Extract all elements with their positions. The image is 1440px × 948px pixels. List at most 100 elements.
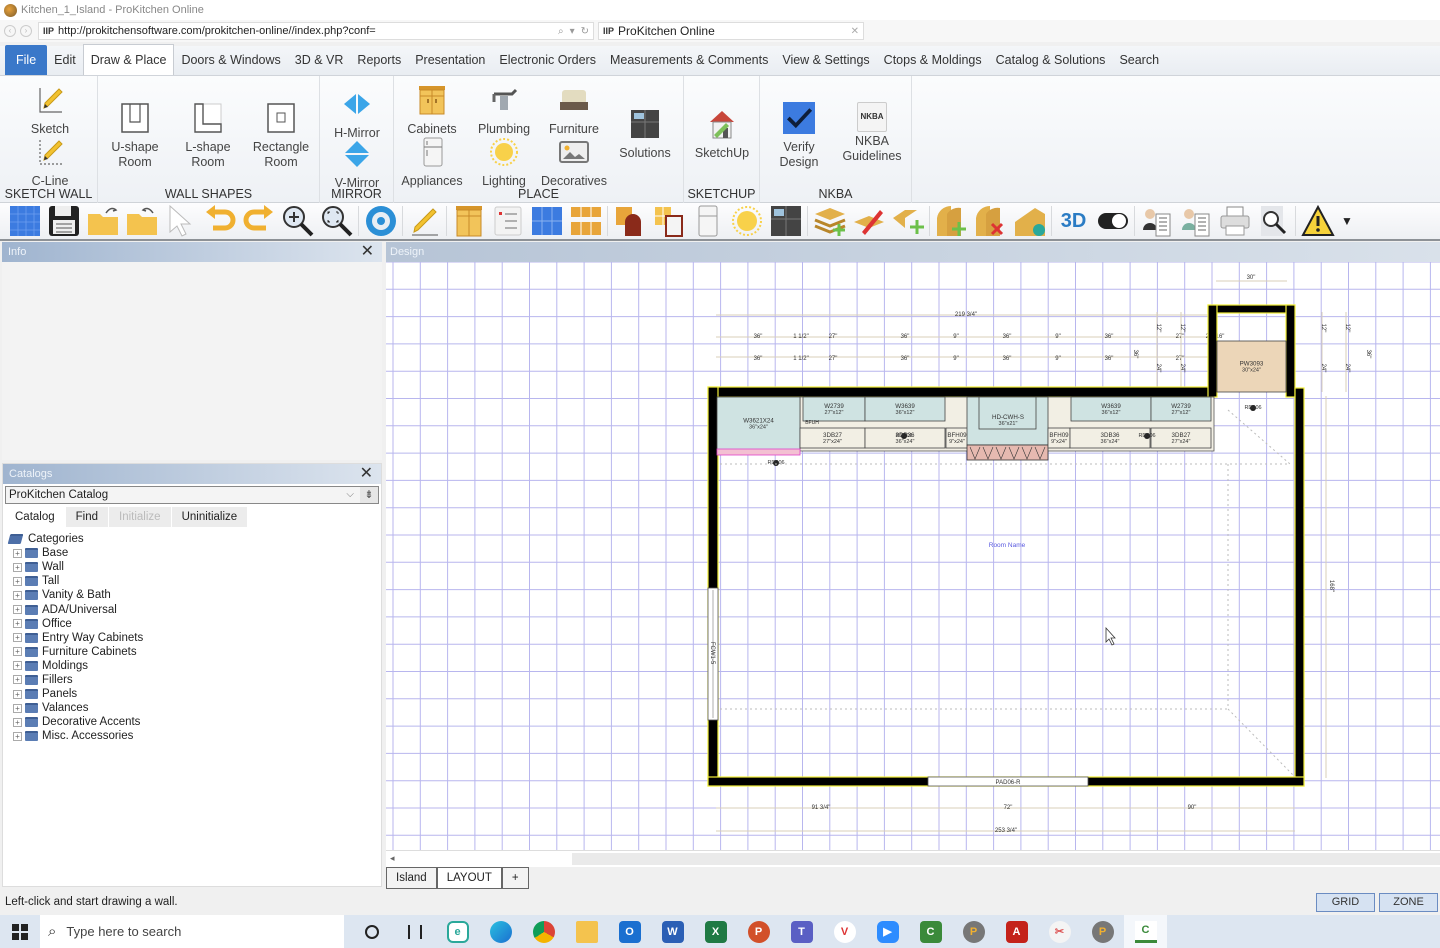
start-button[interactable] [0,915,40,948]
expand-icon[interactable]: + [13,590,22,600]
dropdown-icon[interactable]: ▾ [570,26,575,37]
scroll-left-icon[interactable]: ◂ [390,853,395,864]
tree-item-category[interactable]: + Office [7,617,143,631]
appliances-button[interactable]: Appliances [398,136,466,189]
verify-design-button[interactable]: Verify Design [768,102,830,170]
powerpoint-icon[interactable]: P [737,915,780,948]
edit-countertop-icon[interactable] [852,204,886,238]
grid-toggle-button[interactable]: GRID [1316,893,1375,912]
sketchup-button[interactable]: SketchUp [690,108,754,161]
chrome-browser-icon[interactable] [522,915,565,948]
tree-item-category[interactable]: + Wall [7,560,143,574]
tab-find[interactable]: Find [65,507,110,527]
menu-presentation[interactable]: Presentation [408,45,492,75]
remove-cabinet-group-icon[interactable] [974,204,1008,238]
add-page-button[interactable]: + [501,867,529,889]
expand-icon[interactable]: + [13,576,22,586]
l-shape-room-button[interactable]: L-shape Room [179,102,237,170]
expand-icon[interactable]: + [13,661,22,671]
expand-icon[interactable]: + [13,717,22,727]
menu-search[interactable]: Search [1112,45,1166,75]
expand-icon[interactable]: + [13,675,22,685]
client-report-icon[interactable] [1140,204,1174,238]
save-as-folder-icon[interactable] [125,204,159,238]
prokitchen-icon-2[interactable]: P [1081,915,1124,948]
tab-initialize[interactable]: Initialize [109,507,172,527]
back-button[interactable]: ‹ [4,25,16,37]
collapse-pin-icon[interactable]: ⇟ [360,487,378,503]
toolbar-overflow-chevron-icon[interactable]: ▼ [1341,214,1353,228]
tree-item-category[interactable]: + Entry Way Cabinets [7,631,143,645]
add-cabinet-group-icon[interactable] [935,204,969,238]
forward-button[interactable]: › [20,25,32,37]
tab-uninitialize[interactable]: Uninitialize [171,507,249,527]
menu-electronic-orders[interactable]: Electronic Orders [492,45,603,75]
sketch-button[interactable]: Sketch [25,84,75,137]
prokitchen-icon[interactable]: P [952,915,995,948]
menu-ctops-moldings[interactable]: Ctops & Moldings [877,45,989,75]
vivaldi-app-icon[interactable]: V [823,915,866,948]
print-preview-icon[interactable] [1257,204,1291,238]
tree-item-category[interactable]: + Tall [7,574,143,588]
save-floppy-icon[interactable] [47,204,81,238]
zoom-in-icon[interactable] [281,204,315,238]
edge-browser-icon[interactable] [479,915,522,948]
draw-pencil-icon[interactable] [408,204,442,238]
zoom-app-icon[interactable]: ▶ [866,915,909,948]
tree-root-categories[interactable]: Categories [7,532,143,546]
menu-catalog-solutions[interactable]: Catalog & Solutions [989,45,1113,75]
camtasia-recorder-icon[interactable]: C [1124,915,1167,948]
redo-icon[interactable] [242,204,276,238]
file-explorer-icon[interactable] [565,915,608,948]
expand-icon[interactable]: + [13,647,22,657]
browser-tab[interactable]: IIP ProKitchen Online ✕ [598,22,864,40]
tree-item-category[interactable]: + Moldings [7,659,143,673]
tree-item-category[interactable]: + Misc. Accessories [7,729,143,743]
excel-icon[interactable]: X [694,915,737,948]
h-mirror-button[interactable]: H-Mirror [325,88,389,141]
close-info-panel-icon[interactable]: ✕ [361,242,374,262]
expand-icon[interactable]: + [13,548,22,558]
plumbing-button[interactable]: Plumbing [474,84,534,137]
menu-doors-windows[interactable]: Doors & Windows [174,45,287,75]
expand-icon[interactable]: + [13,633,22,643]
taskbar-search-field[interactable]: ⌕ Type here to search [40,915,344,948]
rectangle-room-button[interactable]: Rectangle Room [248,102,314,170]
zoom-extents-icon[interactable] [320,204,354,238]
expand-icon[interactable]: + [13,619,22,629]
decoratives-button[interactable]: Decoratives [536,136,612,189]
menu-edit[interactable]: Edit [47,45,83,75]
snipping-tool-icon[interactable]: ✂ [1038,915,1081,948]
catalog-select[interactable]: ProKitchen Catalog ⌵ ⇟ [5,486,379,504]
expand-icon[interactable]: + [13,562,22,572]
list-icon[interactable] [491,204,525,238]
menu-measurements-comments[interactable]: Measurements & Comments [603,45,775,75]
floorplan-view-icon[interactable] [530,204,564,238]
settings-gear-icon[interactable] [364,204,398,238]
tab-catalog[interactable]: Catalog [5,507,66,527]
menu-draw-place[interactable]: Draw & Place [82,44,175,75]
tab-island[interactable]: Island [386,867,437,889]
warning-icon[interactable] [1300,204,1335,238]
cline-button[interactable]: C-Line [25,136,75,189]
close-catalogs-panel-icon[interactable]: ✕ [360,464,373,484]
eset-app-icon[interactable]: e [436,915,479,948]
tree-item-category[interactable]: + ADA/Universal [7,602,143,616]
scrollbar-thumb[interactable] [572,853,1440,865]
lighting-tool-icon[interactable] [730,204,764,238]
tree-item-category[interactable]: + Vanity & Bath [7,588,143,602]
furniture-button[interactable]: Furniture [542,84,606,137]
tree-item-category[interactable]: + Valances [7,701,143,715]
refresh-icon[interactable]: ↻ [581,26,589,37]
url-field[interactable]: IIP http://prokitchensoftware.com/prokit… [38,22,594,40]
expand-icon[interactable]: + [13,731,22,741]
menu-3d-vr[interactable]: 3D & VR [288,45,351,75]
outlook-icon[interactable]: O [608,915,651,948]
expand-icon[interactable]: + [13,605,22,615]
horizontal-scrollbar[interactable]: ◂ [386,850,1440,867]
u-shape-room-button[interactable]: U-shape Room [106,102,164,170]
menu-view-settings[interactable]: View & Settings [775,45,876,75]
open-folder-icon[interactable] [86,204,120,238]
designer-report-icon[interactable] [1179,204,1213,238]
lighting-button[interactable]: Lighting [474,136,534,189]
